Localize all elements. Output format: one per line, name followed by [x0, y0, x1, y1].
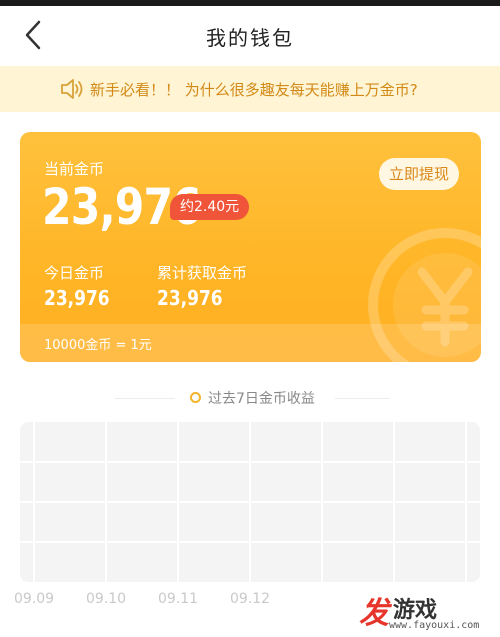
watermark-logo-char: 发	[359, 596, 389, 631]
speaker-icon	[61, 79, 83, 99]
exchange-rate-text: 10000金币 = 1元	[44, 338, 152, 353]
x-label: 09.09	[14, 591, 55, 607]
approx-value-badge: 约2.40元	[170, 194, 250, 220]
current-coins-label: 当前金币	[44, 160, 105, 178]
divider-left	[115, 398, 175, 399]
notice-banner[interactable]: 新手必看！！ 为什么很多趣友每天能赚上万金币?	[0, 66, 500, 112]
total-coins-value: 23,976	[157, 286, 223, 310]
x-label: 09.12	[230, 591, 271, 607]
x-label: 09.11	[158, 591, 199, 607]
watermark-url: www.fayouxi.com	[389, 620, 480, 631]
exchange-rate-bar: 10000金币 = 1元	[20, 324, 481, 362]
chart-grid	[20, 422, 480, 582]
notice-text: 新手必看！！ 为什么很多趣友每天能赚上万金币?	[90, 80, 418, 99]
earnings-chart	[20, 422, 480, 582]
withdraw-button[interactable]: 立即提现	[379, 158, 459, 190]
watermark-logo: 发 游戏 www.fayouxi.com	[355, 588, 495, 633]
today-coins-value: 23,976	[44, 286, 110, 310]
divider-right	[335, 398, 390, 399]
header: 我的钱包	[0, 6, 500, 66]
total-coins-label: 累计获取金币	[157, 264, 248, 282]
earnings-section-title: 过去7日金币收益	[208, 391, 315, 407]
x-label: 09.10	[86, 591, 127, 607]
earnings-section-header: 过去7日金币收益	[0, 388, 500, 408]
page-title: 我的钱包	[206, 26, 294, 50]
today-coins-label: 今日金币	[44, 264, 105, 282]
dot-icon	[190, 392, 201, 403]
wallet-card: 当前金币 23,976 约2.40元 立即提现 今日金币 23,976 累计获取…	[20, 132, 481, 362]
